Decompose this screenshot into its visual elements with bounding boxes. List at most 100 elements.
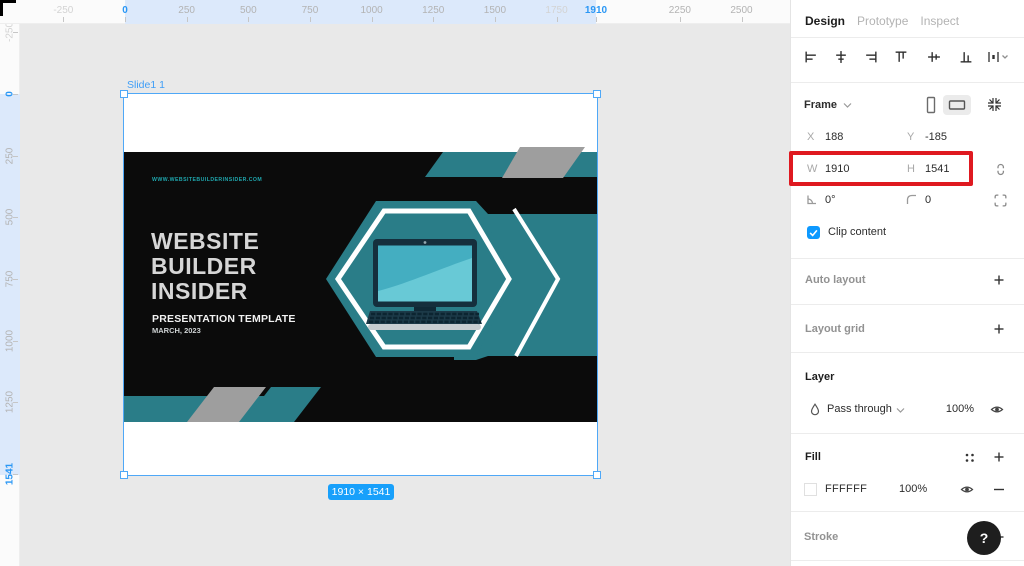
tab-prototype[interactable]: Prototype xyxy=(857,14,908,28)
independent-corners-icon[interactable] xyxy=(993,193,1008,208)
ruler-tick xyxy=(187,17,188,22)
add-fill-icon[interactable] xyxy=(993,451,1005,463)
align-bottom-icon[interactable] xyxy=(959,50,973,64)
ruler-horizontal[interactable]: -250025050075010001250150017501910225025… xyxy=(0,0,790,24)
y-input[interactable]: -185 xyxy=(925,131,947,143)
height-input[interactable]: 1541 xyxy=(925,163,949,175)
ruler-tick xyxy=(13,474,18,475)
figma-app: -2500250500750100012501541 -250025050075… xyxy=(0,0,1024,566)
clip-content-checkbox[interactable] xyxy=(807,226,820,239)
blend-mode-dropdown[interactable]: Pass through xyxy=(827,403,892,415)
slide-date: MARCH, 2023 xyxy=(152,326,201,335)
tab-design[interactable]: Design xyxy=(805,14,845,28)
canvas[interactable]: -2500250500750100012501541 -250 0 250 500 75… xyxy=(0,0,790,566)
ruler-tick xyxy=(310,17,311,22)
ruler-label: 1000 xyxy=(360,5,382,16)
ruler-label: 250 xyxy=(178,5,195,16)
layer-opacity-input[interactable]: 100% xyxy=(946,403,974,415)
ruler-label: 1910 xyxy=(585,5,607,16)
frame-name-label[interactable]: Slide1 1 xyxy=(127,79,165,91)
design-panel: Design Prototype Inspect Frame xyxy=(790,0,1024,566)
help-button[interactable]: ? xyxy=(967,521,1001,555)
ruler-tick xyxy=(596,17,597,22)
ruler-tick xyxy=(125,17,126,22)
ruler-label: 750 xyxy=(302,5,319,16)
ruler-tick xyxy=(680,17,681,22)
ruler-tick xyxy=(13,279,18,280)
align-right-icon[interactable] xyxy=(864,50,878,64)
ruler-tick xyxy=(372,17,373,22)
orientation-landscape-icon[interactable] xyxy=(943,95,971,115)
fill-visibility-eye-icon[interactable] xyxy=(960,483,974,496)
remove-fill-icon[interactable] xyxy=(993,488,1005,491)
align-top-icon[interactable] xyxy=(894,50,908,64)
resize-to-fit-icon[interactable] xyxy=(987,97,1002,112)
selection-handle-top-left[interactable] xyxy=(120,90,128,98)
constrain-proportions-icon[interactable] xyxy=(993,162,1008,177)
selection-size-badge: 1910 × 1541 xyxy=(328,484,394,500)
ruler-label: 0 xyxy=(122,5,128,16)
ruler-label: 500 xyxy=(240,5,257,16)
distribute-spacing-icon[interactable] xyxy=(987,50,1009,64)
width-label: W xyxy=(807,163,817,175)
tab-inspect[interactable]: Inspect xyxy=(920,14,959,28)
height-label: H xyxy=(907,163,915,175)
y-label: Y xyxy=(907,131,914,143)
slide-title-line: WEBSITE xyxy=(151,229,259,254)
slide-frame[interactable]: WWW.WEBSITEBUILDERINSIDER.COM WEBSITE BU… xyxy=(124,94,597,475)
add-layout-grid-icon[interactable] xyxy=(993,323,1005,335)
slide-subtitle: PRESENTATION TEMPLATE xyxy=(152,313,296,325)
ruler-tick xyxy=(495,17,496,22)
selection-handle-bottom-right[interactable] xyxy=(593,471,601,479)
x-input[interactable]: 188 xyxy=(825,131,843,143)
width-input[interactable]: 1910 xyxy=(825,163,849,175)
screen-corner-artifact xyxy=(0,0,3,16)
blend-mode-icon[interactable] xyxy=(808,402,822,416)
slide-url-text: WWW.WEBSITEBUILDERINSIDER.COM xyxy=(152,177,262,183)
fill-styles-icon[interactable] xyxy=(963,451,976,464)
laptop-illustration xyxy=(366,239,482,330)
align-left-icon[interactable] xyxy=(804,50,818,64)
slide-title: WEBSITE BUILDER INSIDER xyxy=(151,229,259,304)
corner-radius-input[interactable]: 0 xyxy=(925,194,931,206)
ruler-tick xyxy=(557,17,558,22)
ruler-tick xyxy=(248,17,249,22)
ruler-tick xyxy=(13,217,18,218)
ruler-label: 1250 xyxy=(422,5,444,16)
layer-visibility-eye-icon[interactable] xyxy=(990,403,1004,416)
fill-opacity-input[interactable]: 100% xyxy=(899,483,927,495)
fill-color-swatch[interactable] xyxy=(804,483,817,496)
laptop-base-bar xyxy=(368,324,481,330)
layout-grid-header: Layout grid xyxy=(805,323,865,335)
fill-hex-input[interactable]: FFFFFF xyxy=(825,483,867,495)
align-vertical-center-icon[interactable] xyxy=(927,50,941,64)
ruler-tick xyxy=(433,17,434,22)
orientation-portrait-icon[interactable] xyxy=(924,95,938,115)
ruler-tick xyxy=(13,156,18,157)
ruler-label: 1750 xyxy=(545,5,567,16)
ruler-vertical[interactable]: -2500250500750100012501541 xyxy=(0,0,20,566)
chevron-down-icon[interactable] xyxy=(896,406,905,414)
add-auto-layout-icon[interactable] xyxy=(993,274,1005,286)
auto-layout-header: Auto layout xyxy=(805,274,866,286)
layer-header: Layer xyxy=(805,371,834,383)
corner-radius-icon xyxy=(905,193,918,206)
frame-type-dropdown[interactable]: Frame xyxy=(804,99,837,111)
ruler-label: 2500 xyxy=(730,5,752,16)
rotation-input[interactable]: 0° xyxy=(825,194,836,206)
chevron-down-icon[interactable] xyxy=(843,101,852,109)
ruler-tick xyxy=(13,94,18,95)
align-horizontal-center-icon[interactable] xyxy=(834,50,848,64)
ruler-tick xyxy=(63,17,64,22)
clip-content-label: Clip content xyxy=(828,226,886,238)
x-label: X xyxy=(807,131,814,143)
slide-title-line: BUILDER xyxy=(151,254,259,279)
ruler-tick xyxy=(13,341,18,342)
selection-handle-top-right[interactable] xyxy=(593,90,601,98)
selection-handle-bottom-left[interactable] xyxy=(120,471,128,479)
ruler-label: 1500 xyxy=(484,5,506,16)
laptop-camera-dot xyxy=(424,241,427,244)
ruler-tick xyxy=(13,32,18,33)
ruler-label: -250 xyxy=(53,5,73,16)
rotation-icon xyxy=(805,193,818,206)
